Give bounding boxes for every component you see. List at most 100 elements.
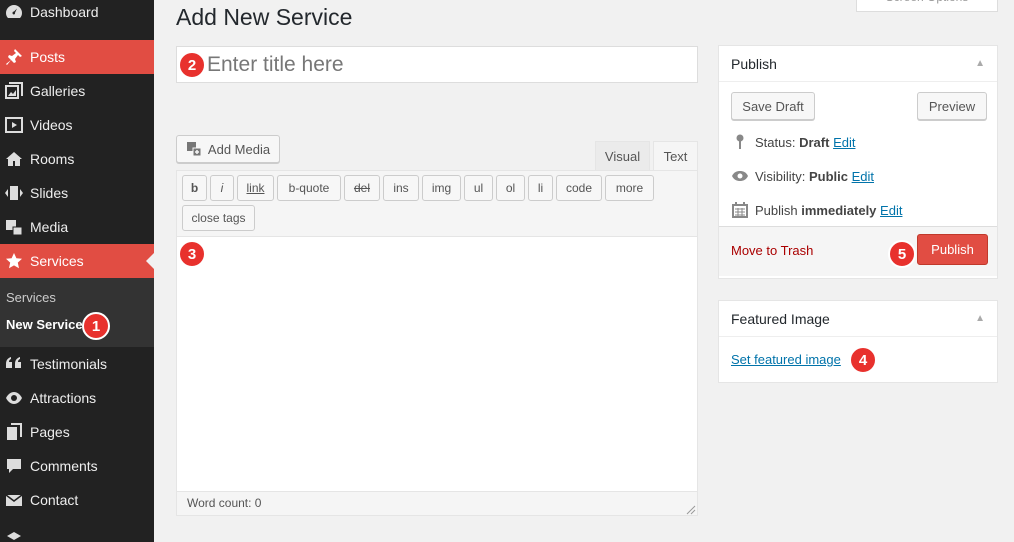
menu-label: Posts bbox=[30, 49, 66, 65]
preview-button[interactable]: Preview bbox=[917, 92, 987, 120]
collapse-arrow-icon[interactable]: ▲ bbox=[975, 58, 985, 69]
publish-actions: Move to Trash Publish bbox=[719, 226, 997, 276]
dashboard-icon bbox=[4, 2, 24, 22]
menu-label: Pages bbox=[30, 424, 70, 440]
menu-label: Rooms bbox=[30, 151, 75, 167]
visibility-value: Public bbox=[808, 168, 848, 184]
menu-galleries[interactable]: Galleries bbox=[0, 74, 154, 108]
featured-image-header[interactable]: Featured Image ▲ bbox=[719, 301, 997, 337]
tab-visual[interactable]: Visual bbox=[595, 141, 650, 171]
gallery-icon bbox=[4, 81, 24, 101]
quicktag-ul[interactable]: ul bbox=[464, 175, 493, 201]
menu-attractions[interactable]: Attractions bbox=[0, 381, 154, 415]
status-row: Status: Draft Edit bbox=[731, 133, 855, 151]
key-icon bbox=[731, 133, 749, 151]
status-label: Status: bbox=[755, 134, 796, 150]
calendar-icon bbox=[731, 201, 749, 219]
resize-handle-icon[interactable] bbox=[686, 503, 696, 515]
collapse-arrow-icon[interactable]: ▲ bbox=[975, 313, 985, 324]
screen-options-button[interactable]: Screen Options bbox=[856, 0, 998, 12]
quicktag-close-tags[interactable]: close tags bbox=[182, 205, 255, 231]
menu-dashboard[interactable]: Dashboard bbox=[0, 0, 154, 29]
move-to-trash-link[interactable]: Move to Trash bbox=[731, 243, 813, 258]
quicktag-li[interactable]: li bbox=[528, 175, 553, 201]
menu-label: Contact bbox=[30, 492, 79, 508]
content-editor[interactable] bbox=[176, 236, 698, 492]
quicktag-link[interactable]: link bbox=[237, 175, 274, 201]
edit-visibility-link[interactable]: Edit bbox=[852, 169, 874, 184]
menu-icon bbox=[4, 527, 24, 542]
publish-value: immediately bbox=[801, 202, 877, 218]
publish-box: Publish ▲ Save Draft Preview Status: Dra… bbox=[718, 45, 998, 279]
menu-label: Attractions bbox=[30, 390, 97, 406]
step-badge-1: 1 bbox=[82, 312, 110, 340]
quicktag-del[interactable]: del bbox=[344, 175, 380, 201]
menu-comments[interactable]: Comments bbox=[0, 449, 154, 483]
services-submenu: Services New Service bbox=[0, 278, 154, 347]
comment-icon bbox=[4, 456, 24, 476]
quicktag-code[interactable]: code bbox=[556, 175, 602, 201]
visibility-label: Visibility: bbox=[755, 168, 806, 184]
set-featured-image-link[interactable]: Set featured image bbox=[731, 352, 841, 367]
step-badge-3: 3 bbox=[178, 240, 206, 268]
menu-label: Galleries bbox=[30, 83, 86, 99]
step-badge-2: 2 bbox=[178, 51, 206, 79]
quicktag-img[interactable]: img bbox=[422, 175, 461, 201]
menu-partial[interactable] bbox=[0, 520, 154, 542]
eye-icon bbox=[731, 167, 749, 185]
page-title: Add New Service bbox=[176, 4, 353, 30]
schedule-row: Publish immediately Edit bbox=[731, 201, 902, 219]
publish-box-title: Publish bbox=[731, 55, 777, 72]
submenu-services[interactable]: Services bbox=[6, 290, 56, 305]
media-icon bbox=[4, 217, 24, 237]
add-media-label: Add Media bbox=[207, 141, 271, 157]
pages-icon bbox=[4, 422, 24, 442]
menu-videos[interactable]: Videos bbox=[0, 108, 154, 142]
add-media-icon bbox=[186, 141, 202, 157]
menu-contact[interactable]: Contact bbox=[0, 483, 154, 517]
save-draft-button[interactable]: Save Draft bbox=[731, 92, 815, 120]
publish-button[interactable]: Publish bbox=[917, 234, 988, 265]
menu-label: Comments bbox=[30, 458, 98, 474]
quote-icon bbox=[4, 354, 24, 374]
add-media-button[interactable]: Add Media bbox=[176, 135, 280, 163]
menu-label: Testimonials bbox=[30, 356, 108, 372]
publish-label: Publish bbox=[755, 202, 798, 218]
envelope-icon bbox=[4, 490, 24, 510]
menu-pages[interactable]: Pages bbox=[0, 415, 154, 449]
step-badge-4: 4 bbox=[849, 346, 877, 374]
publish-box-header[interactable]: Publish ▲ bbox=[719, 46, 997, 82]
menu-label: Videos bbox=[30, 117, 73, 133]
menu-slides[interactable]: Slides bbox=[0, 176, 154, 210]
menu-testimonials[interactable]: Testimonials bbox=[0, 347, 154, 381]
submenu-new-service[interactable]: New Service bbox=[6, 317, 83, 332]
pushpin-icon bbox=[4, 47, 24, 67]
status-value: Draft bbox=[799, 134, 830, 150]
video-icon bbox=[4, 115, 24, 135]
menu-label: Slides bbox=[30, 185, 69, 201]
menu-posts[interactable]: Posts bbox=[0, 40, 154, 74]
tab-text[interactable]: Text bbox=[653, 141, 698, 171]
word-count: Word count: 0 bbox=[187, 496, 262, 510]
menu-rooms[interactable]: Rooms bbox=[0, 142, 154, 176]
edit-status-link[interactable]: Edit bbox=[833, 135, 855, 150]
title-input[interactable] bbox=[176, 46, 698, 83]
quicktag-ol[interactable]: ol bbox=[496, 175, 525, 201]
quicktag-italic[interactable]: i bbox=[210, 175, 234, 201]
home-icon bbox=[4, 149, 24, 169]
edit-schedule-link[interactable]: Edit bbox=[880, 203, 902, 218]
featured-image-title: Featured Image bbox=[731, 310, 830, 327]
eye-icon bbox=[4, 388, 24, 408]
menu-label: Services bbox=[30, 253, 84, 269]
menu-label: Dashboard bbox=[30, 4, 99, 20]
quicktag-blockquote[interactable]: b-quote bbox=[277, 175, 341, 201]
star-icon bbox=[4, 251, 24, 271]
quicktag-more[interactable]: more bbox=[605, 175, 654, 201]
slides-icon bbox=[4, 183, 24, 203]
quicktag-bold[interactable]: b bbox=[182, 175, 207, 201]
menu-services[interactable]: Services bbox=[0, 244, 154, 278]
admin-sidebar: Dashboard Posts Galleries Videos Rooms S… bbox=[0, 0, 154, 542]
visibility-row: Visibility: Public Edit bbox=[731, 167, 874, 185]
menu-media[interactable]: Media bbox=[0, 210, 154, 244]
quicktag-ins[interactable]: ins bbox=[383, 175, 419, 201]
